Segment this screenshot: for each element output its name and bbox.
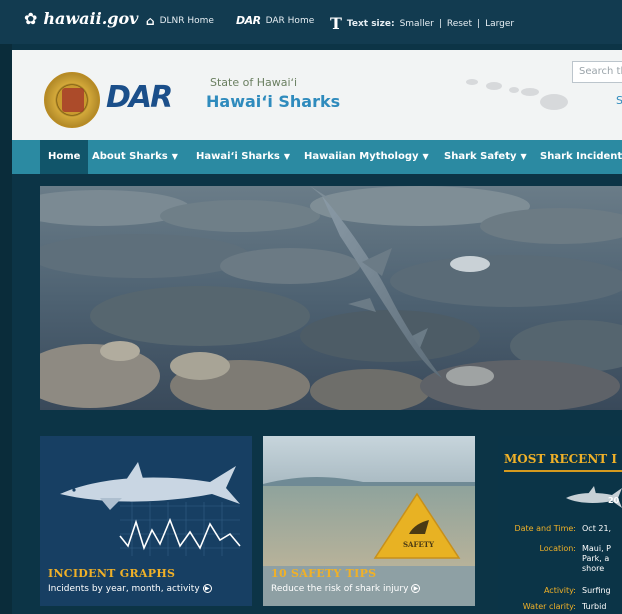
safety-badge-label: SAFETY — [403, 540, 434, 549]
text-size-separator: | — [477, 18, 481, 29]
dar-home-link[interactable]: DAR DAR Home — [236, 14, 314, 27]
nav-shark-safety-label: Shark Safety — [444, 151, 517, 162]
hawaii-gov-link[interactable]: ✿ hawaii.gov — [24, 9, 138, 28]
safety-tips-title[interactable]: 10 SAFETY TIPS — [271, 567, 376, 580]
reef-shark-photo — [40, 186, 622, 410]
site-title[interactable]: Hawaiʻi Sharks — [206, 92, 340, 111]
safety-tips-subtitle[interactable]: Reduce the risk of shark injury ▶ — [271, 584, 421, 594]
hero-image — [40, 186, 622, 410]
location-label: Location: — [539, 544, 576, 553]
shark-graph-illustration — [40, 436, 252, 566]
nav-hawaiian-mythology-label: Hawaiian Mythology — [304, 151, 419, 162]
date-time-value: Oct 21, — [582, 524, 612, 533]
incident-graphs-subtitle-text: Incidents by year, month, activity — [48, 584, 200, 594]
site-header: DAR State of Hawaiʻi Hawaiʻi Sharks Sear… — [12, 50, 622, 140]
chevron-down-icon: ▼ — [283, 152, 290, 161]
nav-hawaii-sharks-label: Hawaiʻi Sharks — [196, 151, 280, 162]
incident-graphs-subtitle[interactable]: Incidents by year, month, activity ▶ — [48, 584, 212, 594]
most-recent-incident-panel: MOST RECENT I 20 Date and Time: Oct 21, … — [498, 436, 622, 614]
water-clarity-label: Water clarity: — [522, 602, 576, 611]
title-underline — [504, 470, 622, 472]
text-size-label: Text size: — [346, 18, 395, 29]
incident-graphs-card[interactable]: INCIDENT GRAPHS Incidents by year, month… — [40, 436, 252, 606]
activity-label: Activity: — [543, 586, 576, 595]
shark-year-label: 20 — [608, 496, 620, 505]
text-size-icon: T — [330, 14, 342, 33]
most-recent-title: MOST RECENT I — [504, 452, 618, 466]
safety-tips-subtitle-text: Reduce the risk of shark injury — [271, 584, 409, 594]
dar-home-label: DAR Home — [265, 15, 315, 26]
main-nav: Home About Sharks ▼ Hawaiʻi Sharks ▼ Hawai… — [12, 140, 622, 174]
location-value-line3: shore — [582, 564, 605, 573]
chevron-down-icon: ▼ — [422, 152, 429, 161]
home-icon: ⌂ — [146, 14, 155, 28]
text-reset-button[interactable]: Reset — [447, 19, 472, 29]
state-seal-logo[interactable] — [44, 72, 100, 128]
nav-shark-incidents-label: Shark Incidents — [540, 151, 622, 162]
hawaii-gov-label: hawaii.gov — [43, 9, 139, 28]
text-smaller-button[interactable]: Smaller — [400, 19, 434, 29]
nav-home-label: Home — [48, 151, 81, 162]
beach-safety-photo — [263, 436, 475, 566]
activity-value: Surfing — [582, 586, 611, 595]
chevron-down-icon: ▼ — [171, 152, 178, 161]
incident-graphs-title[interactable]: INCIDENT GRAPHS — [48, 567, 175, 580]
nav-about-sharks[interactable]: About Sharks ▼ — [92, 140, 178, 174]
header-partial-link[interactable]: S — [616, 94, 622, 107]
date-time-label: Date and Time: — [514, 524, 576, 533]
location-value-line2: Park, a — [582, 554, 610, 563]
text-size-separator: | — [438, 18, 442, 29]
dar-logo[interactable]: DAR — [106, 80, 173, 115]
hawaiian-islands-graphic — [466, 79, 568, 110]
dlnr-home-label: DLNR Home — [159, 16, 214, 26]
chevron-down-icon: ▼ — [520, 152, 527, 161]
utility-bar: ✿ hawaii.gov ⌂ DLNR Home DAR DAR Home T … — [0, 0, 622, 44]
hawaii-gov-icon: ✿ — [24, 9, 38, 28]
safety-tips-card[interactable]: SAFETY 10 SAFETY TIPS Reduce the risk of… — [263, 436, 475, 606]
nav-home[interactable]: Home — [40, 140, 89, 174]
nav-hawaii-sharks[interactable]: Hawaiʻi Sharks ▼ — [196, 140, 290, 174]
dar-mini-logo: DAR — [236, 14, 261, 27]
dlnr-home-link[interactable]: ⌂ DLNR Home — [146, 14, 214, 28]
nav-shark-incidents[interactable]: Shark Incidents — [540, 140, 622, 174]
arrow-right-circle-icon: ▶ — [202, 584, 212, 593]
state-of-hawaii-label: State of Hawaiʻi — [210, 76, 298, 89]
page-left-edge — [0, 0, 12, 614]
nav-shark-safety[interactable]: Shark Safety ▼ — [444, 140, 527, 174]
nav-hawaiian-mythology[interactable]: Hawaiian Mythology ▼ — [304, 140, 429, 174]
location-value-line1: Maui, P — [582, 544, 612, 553]
nav-about-sharks-label: About Sharks — [92, 151, 168, 162]
water-clarity-value: Turbid — [582, 602, 607, 611]
text-larger-button[interactable]: Larger — [485, 19, 514, 29]
text-size-controls: T Text size: Smaller | Reset | Larger — [330, 14, 514, 33]
search-input[interactable]: Search th — [572, 61, 622, 83]
arrow-right-circle-icon: ▶ — [411, 584, 421, 593]
